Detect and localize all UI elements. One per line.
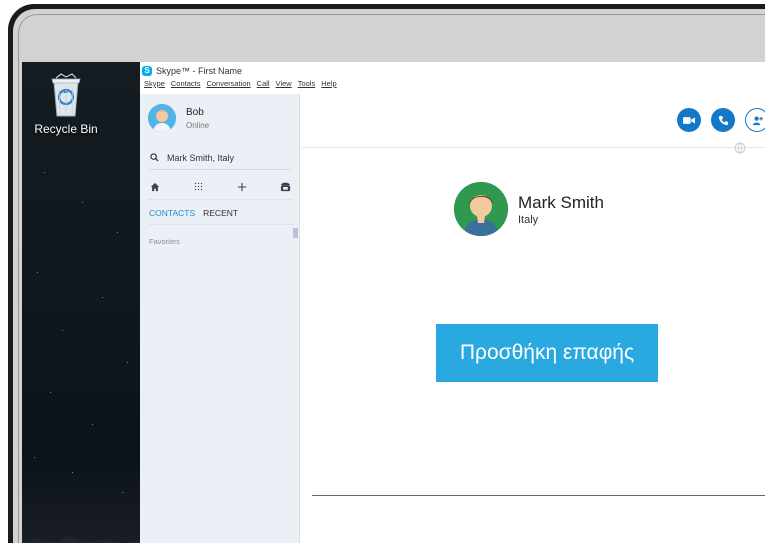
profile-name: Bob	[186, 106, 204, 118]
screenshot: Recycle Bin S Skype™ - First Name Skype …	[0, 0, 765, 543]
add-person-button[interactable]	[745, 108, 765, 132]
globe-icon	[734, 142, 746, 154]
sidebar-nav	[148, 178, 293, 200]
contact-avatar	[454, 182, 508, 236]
menu-call[interactable]: Call	[257, 79, 270, 91]
header-divider	[301, 147, 765, 148]
video-call-button[interactable]	[677, 108, 701, 132]
title-bar: S Skype™ - First Name	[140, 64, 242, 77]
menu-tools[interactable]: Tools	[298, 79, 316, 91]
profile-card[interactable]: Bob Online	[148, 102, 209, 134]
message-area-divider	[312, 495, 765, 496]
menu-contacts[interactable]: Contacts	[171, 79, 201, 91]
sidebar-scrollbar[interactable]	[293, 228, 298, 238]
avatar	[148, 104, 176, 132]
desktop-mountain-silhouette	[22, 536, 140, 543]
tabs-divider	[149, 224, 294, 225]
menu-help[interactable]: Help	[321, 79, 336, 91]
window-title: Skype™ - First Name	[156, 65, 243, 76]
search-input[interactable]: Mark Smith, Italy	[167, 153, 234, 163]
search-icon	[150, 153, 159, 162]
recycle-bin-icon	[51, 73, 81, 117]
add-icon[interactable]	[235, 180, 249, 194]
contact-tabs: CONTACTS RECENT	[149, 208, 238, 218]
add-person-icon	[752, 116, 763, 125]
menu-skype[interactable]: Skype	[144, 79, 165, 91]
home-icon[interactable]	[148, 180, 162, 194]
skype-logo-icon: S	[142, 65, 152, 76]
recycle-bin-label: Recycle Bin	[34, 122, 98, 136]
audio-call-button[interactable]	[711, 108, 735, 132]
recycle-bin-shortcut[interactable]: Recycle Bin	[30, 72, 102, 136]
desktop-background: Recycle Bin	[22, 62, 140, 543]
contact-location: Italy	[518, 213, 539, 226]
phone-icon[interactable]	[279, 180, 293, 194]
video-call-icon	[683, 116, 695, 124]
add-contact-button[interactable]: Προσθήκη επαφής	[436, 324, 658, 382]
profile-status: Online	[186, 120, 210, 130]
tab-contacts[interactable]: CONTACTS	[149, 208, 195, 218]
menu-bar: Skype Contacts Conversation Call View To…	[144, 79, 337, 91]
user-avatar-icon	[148, 104, 176, 132]
menu-view[interactable]: View	[276, 79, 292, 91]
screen: Recycle Bin S Skype™ - First Name Skype …	[22, 62, 765, 543]
favorites-heading: Favorites	[149, 237, 180, 246]
skype-window: S Skype™ - First Name Skype Contacts Con…	[140, 62, 765, 543]
contact-name: Mark Smith	[518, 192, 604, 212]
menu-conversation[interactable]: Conversation	[206, 79, 250, 91]
contact-avatar-icon	[454, 182, 508, 236]
call-icon	[718, 115, 728, 125]
conversation-panel: Mark Smith Italy Προσθήκη επαφής	[301, 94, 765, 543]
contact-header: Mark Smith Italy	[454, 182, 604, 236]
sidebar: Bob Online Mark Smith, Italy CONTACTS RE…	[140, 94, 300, 543]
tab-recent[interactable]: RECENT	[203, 208, 238, 218]
search-box[interactable]: Mark Smith, Italy	[150, 150, 290, 170]
dialpad-icon[interactable]	[192, 180, 206, 194]
